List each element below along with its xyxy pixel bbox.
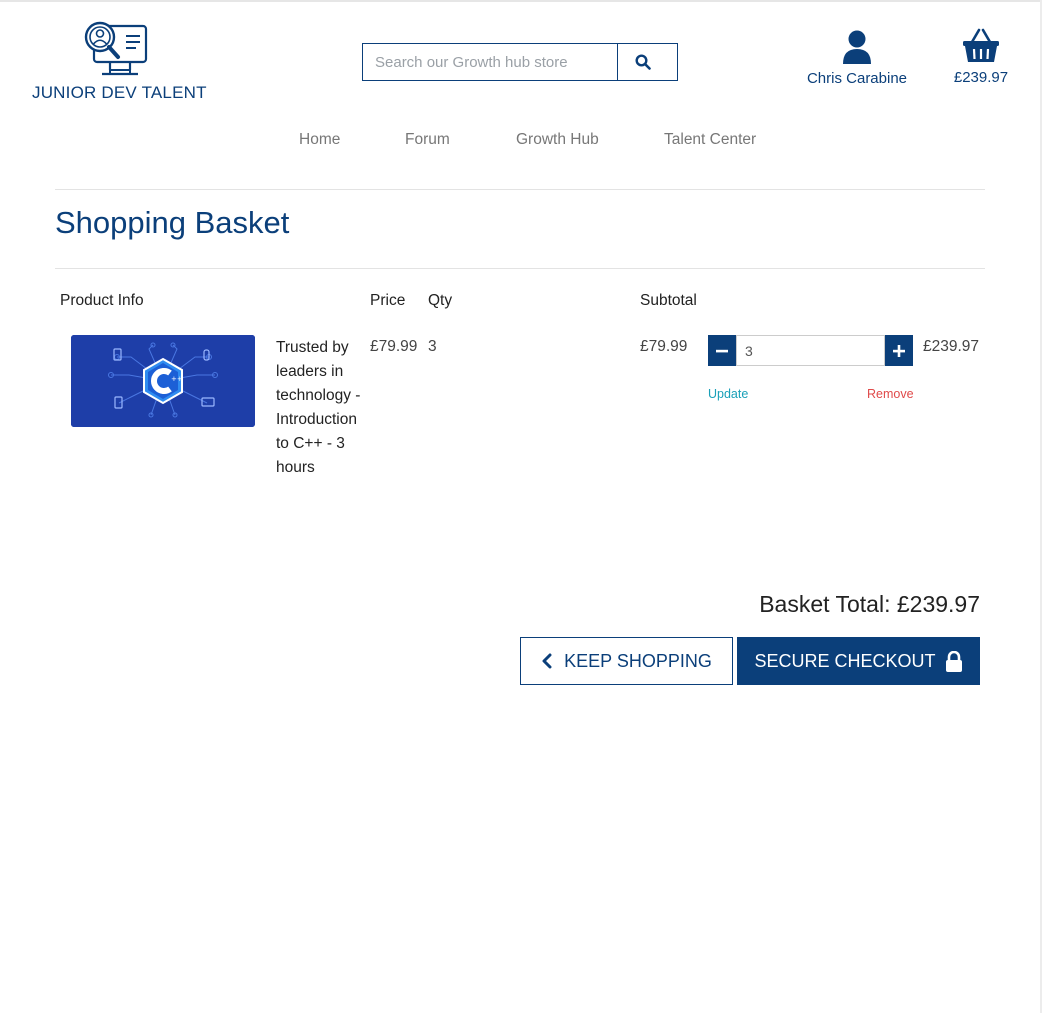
secure-checkout-label: SECURE CHECKOUT: [754, 650, 936, 671]
product-name[interactable]: Trusted by leaders in technology - Intro…: [276, 336, 368, 480]
main-nav: Home Forum Growth Hub Talent Center: [0, 131, 1042, 151]
chevron-left-icon: [542, 653, 552, 669]
lock-icon: [945, 650, 962, 672]
minus-icon: [716, 349, 728, 352]
header-price: Price: [370, 292, 406, 309]
nav-item-growth-hub[interactable]: Growth Hub: [516, 131, 599, 149]
cpp-course-thumbnail: ++: [71, 335, 255, 427]
search-icon: [634, 54, 651, 70]
decrease-qty-button[interactable]: [708, 335, 736, 366]
top-border: [0, 0, 1042, 2]
search-button[interactable]: [617, 44, 667, 80]
line-total: £239.97: [923, 338, 980, 355]
plus-icon: [893, 344, 905, 357]
nav-item-home[interactable]: Home: [299, 131, 340, 149]
keep-shopping-button[interactable]: KEEP SHOPPING: [520, 637, 733, 685]
user-account[interactable]: Chris Carabine: [800, 30, 914, 87]
product-qty: 3: [428, 338, 437, 355]
divider: [55, 268, 985, 269]
product-subtotal: £79.99: [640, 338, 688, 355]
user-name: Chris Carabine: [806, 70, 908, 87]
nav-item-forum[interactable]: Forum: [405, 131, 450, 149]
search-input[interactable]: [363, 44, 617, 80]
update-link[interactable]: Update: [708, 387, 748, 401]
monitor-magnifier-icon: [84, 21, 148, 76]
product-thumbnail[interactable]: ++: [71, 335, 255, 427]
nav-item-talent-center[interactable]: Talent Center: [664, 131, 756, 149]
cart-total: £239.97: [953, 69, 1009, 86]
keep-shopping-label: KEEP SHOPPING: [564, 650, 712, 671]
header-subtotal: Subtotal: [640, 292, 697, 309]
page-title: Shopping Basket: [55, 205, 290, 240]
user-icon: [843, 30, 871, 64]
quantity-field[interactable]: [736, 335, 885, 366]
search-bar: [362, 43, 678, 81]
header-product-info: Product Info: [60, 292, 144, 309]
secure-checkout-button[interactable]: SECURE CHECKOUT: [737, 637, 980, 685]
increase-qty-button[interactable]: [885, 335, 913, 366]
svg-text:++: ++: [171, 375, 183, 383]
product-price: £79.99: [370, 338, 418, 355]
quantity-stepper: [708, 335, 913, 366]
basket-total: Basket Total: £239.97: [759, 591, 980, 617]
basket-icon: [963, 28, 999, 62]
brand-name: JUNIOR DEV TALENT: [32, 83, 207, 102]
remove-link[interactable]: Remove: [867, 387, 914, 401]
brand-logo[interactable]: JUNIOR DEV TALENT: [30, 20, 207, 105]
cart-summary[interactable]: £239.97: [946, 28, 1016, 86]
header-qty: Qty: [428, 292, 453, 309]
divider: [55, 189, 985, 190]
